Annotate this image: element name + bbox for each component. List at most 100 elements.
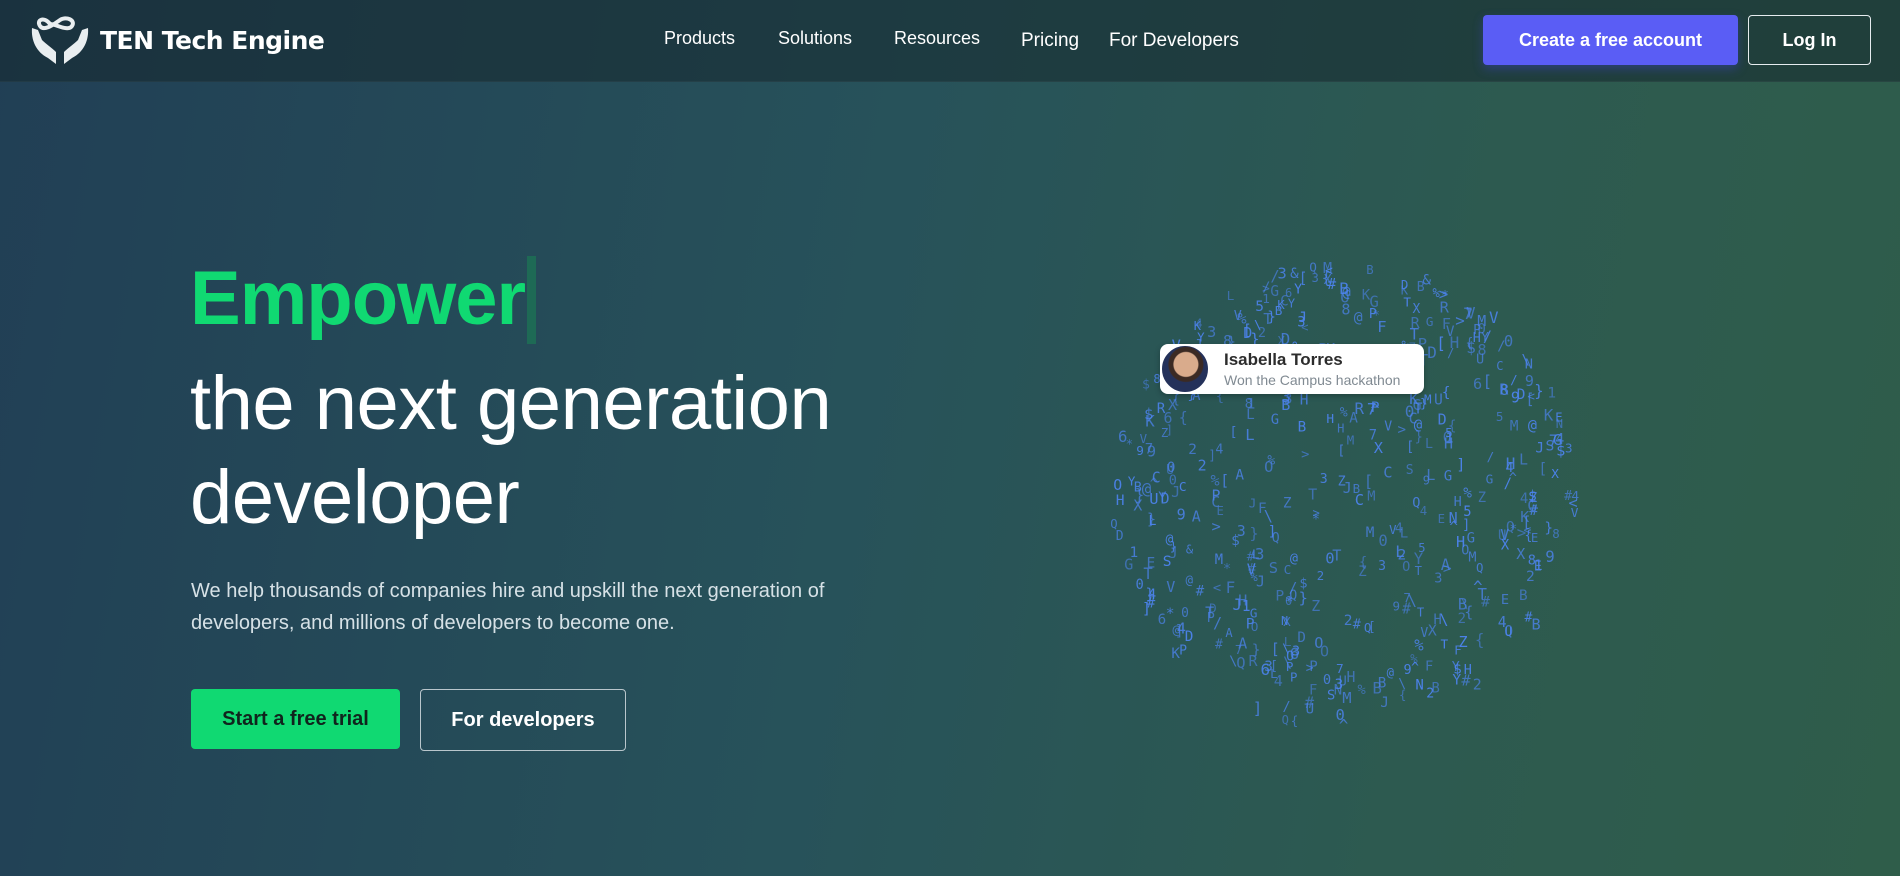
globe-glyph: J	[1380, 695, 1389, 711]
globe-glyph: 7	[1466, 307, 1473, 321]
start-free-trial-button[interactable]: Start a free trial	[191, 689, 400, 749]
globe-glyph: K	[1520, 509, 1529, 526]
nav-pricing[interactable]: Pricing	[1021, 30, 1079, 52]
globe-glyph: B	[1432, 680, 1440, 696]
globe-glyph: B	[1458, 594, 1468, 613]
globe-glyph: {	[1291, 714, 1299, 729]
globe-glyph: T	[1308, 486, 1317, 504]
globe-glyph: 8	[1552, 526, 1559, 541]
globe-glyph: [	[1364, 473, 1373, 491]
globe-glyph: P	[1369, 307, 1377, 322]
login-button[interactable]: Log In	[1748, 15, 1871, 65]
globe-glyph: K	[1171, 646, 1180, 662]
globe-glyph: R	[1249, 652, 1259, 670]
globe-glyph: M	[1367, 489, 1375, 505]
globe-glyph: N	[1281, 614, 1288, 628]
globe-glyph: J	[1298, 309, 1307, 326]
globe-glyph: B	[1275, 303, 1283, 318]
globe-glyph: ]	[1462, 517, 1470, 533]
for-developers-button[interactable]: For developers	[420, 689, 626, 751]
hero-highlight-word: Empower	[190, 256, 526, 341]
globe-glyph: V	[1489, 308, 1499, 327]
globe-glyph: T	[1478, 585, 1488, 604]
globe-glyph: 7	[1235, 642, 1242, 657]
globe-glyph: 6	[1285, 286, 1292, 300]
globe-glyph: Z	[1478, 490, 1486, 506]
globe-glyph: #	[1402, 600, 1411, 617]
globe-glyph: X	[1516, 545, 1525, 563]
globe-glyph: /	[1270, 267, 1279, 285]
globe-glyph: L	[1227, 289, 1235, 304]
globe-glyph: L	[1519, 451, 1528, 468]
globe-glyph: B	[1417, 280, 1425, 295]
globe-glyph: [	[1271, 640, 1280, 658]
globe-glyph: B	[1366, 263, 1373, 277]
globe-glyph: L	[1425, 437, 1433, 452]
globe-glyph: B	[1339, 279, 1349, 298]
globe-glyph: /	[1283, 699, 1291, 715]
globe-glyph: *	[1223, 561, 1231, 577]
brand-logo-link[interactable]: TEN Tech Engine	[28, 12, 325, 68]
globe-glyph: P	[1207, 611, 1215, 626]
globe-glyph: G	[1426, 315, 1434, 330]
globe-glyph: B	[1519, 588, 1528, 604]
globe-glyph: 8	[1245, 397, 1253, 412]
globe-glyph: %	[1340, 405, 1348, 420]
globe-glyph: [	[1337, 443, 1345, 458]
globe-glyph: >	[1398, 422, 1407, 438]
globe-glyph: %	[1433, 286, 1441, 300]
globe-glyph: P	[1371, 399, 1380, 416]
globe-glyph: {	[1399, 688, 1406, 702]
globe-glyph: 2	[1198, 456, 1207, 474]
globe-glyph: O	[1113, 477, 1122, 494]
globe-glyph: M	[1347, 433, 1354, 448]
globe-glyph: [	[1229, 424, 1237, 440]
globe-glyph: [	[1483, 373, 1492, 391]
globe-glyph: C	[1383, 464, 1392, 482]
globe-glyph: X	[1374, 439, 1384, 457]
globe-glyph: A	[1192, 507, 1201, 525]
globe-glyph: 6	[1118, 428, 1127, 446]
globe-glyph: Y	[1294, 282, 1302, 297]
globe-glyph: @	[1528, 416, 1537, 434]
globe-glyph: 3	[1565, 441, 1573, 456]
globe-glyph: >	[1301, 447, 1309, 463]
create-account-button[interactable]: Create a free account	[1483, 15, 1738, 65]
globe-glyph: {	[1442, 385, 1451, 401]
globe-glyph: [	[1538, 461, 1547, 478]
globe-glyph: H	[1326, 412, 1334, 427]
globe-glyph: *	[1509, 522, 1517, 537]
globe-glyph: \	[1282, 642, 1289, 656]
globe-glyph: J	[1171, 483, 1180, 501]
nav-resources[interactable]: Resources	[894, 28, 980, 49]
globe-glyph: ]	[1253, 699, 1263, 718]
globe-glyph: 3	[1320, 472, 1328, 487]
globe-glyph: Z	[1338, 475, 1346, 490]
globe-glyph: #	[1353, 616, 1362, 632]
globe-glyph: #	[1196, 583, 1205, 599]
globe-glyph: H	[1454, 494, 1462, 510]
globe-glyph: H	[1337, 422, 1344, 436]
globe-glyph: }	[1534, 382, 1543, 400]
character-globe-graphic: #2TY<}H33C1V}1@UDLG}DZT}KL@<{VM6K]0K3BP%…	[1110, 259, 1579, 735]
globe-glyph: 4	[1571, 489, 1579, 504]
globe-glyph: 9	[1525, 372, 1534, 390]
globe-glyph: {	[1179, 410, 1188, 427]
globe-glyph: 2	[1398, 547, 1407, 564]
globe-glyph: Q	[1476, 560, 1483, 575]
globe-glyph: %	[1414, 636, 1424, 654]
globe-glyph: B	[1532, 616, 1541, 634]
nav-products[interactable]: Products	[664, 28, 735, 49]
globe-glyph: Y	[1414, 549, 1424, 568]
nav-solutions[interactable]: Solutions	[778, 28, 852, 49]
globe-glyph: T	[1403, 294, 1411, 309]
nav-for-developers[interactable]: For Developers	[1109, 30, 1239, 52]
globe-glyph: F	[1454, 643, 1462, 658]
globe-glyph: U	[1149, 490, 1158, 508]
globe-glyph: L	[1245, 426, 1254, 444]
globe-glyph: X	[1133, 497, 1142, 515]
globe-glyph: 3	[1207, 323, 1216, 341]
globe-glyph: ]	[1175, 623, 1184, 640]
globe-glyph: E	[1555, 411, 1562, 425]
globe-glyph: 6	[1164, 409, 1173, 427]
